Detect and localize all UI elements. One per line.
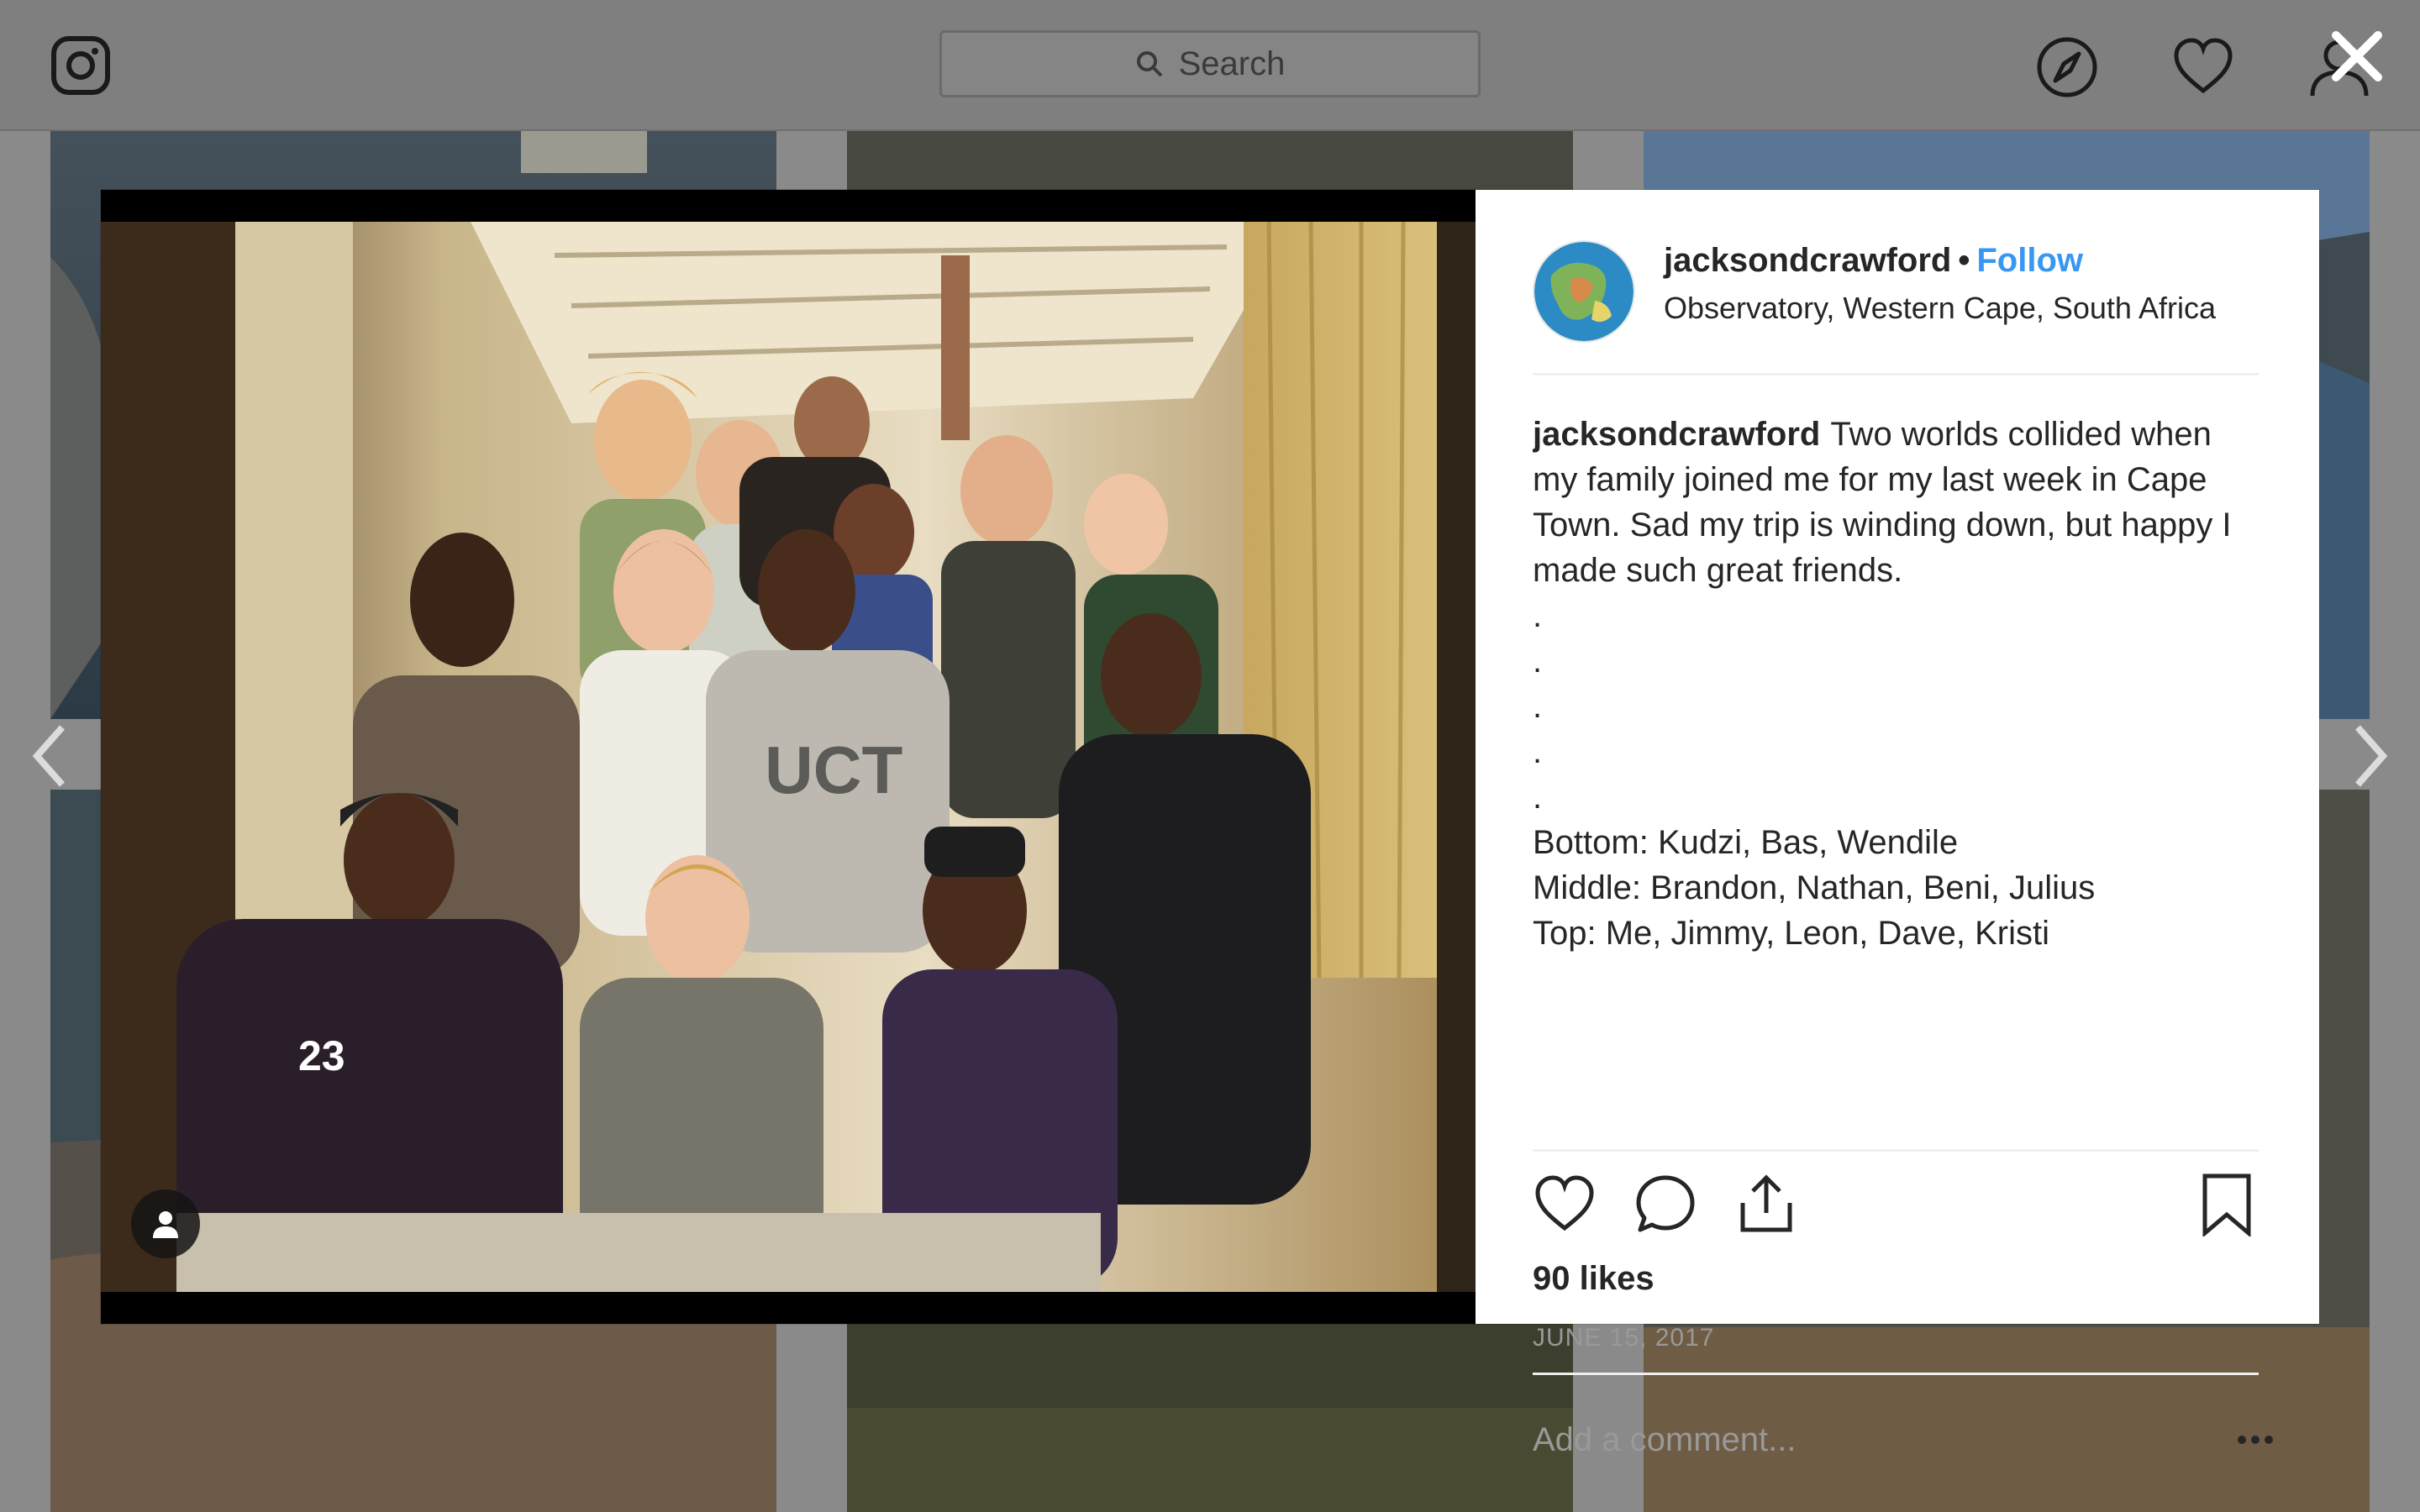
separator-dot: •: [1958, 242, 1970, 279]
tagged-users-button[interactable]: [131, 1189, 200, 1258]
caption-line: .: [1533, 733, 1543, 770]
share-icon[interactable]: [1734, 1173, 1798, 1236]
caption-line: jacksondcrawford Two worlds collided when: [1533, 416, 2212, 453]
person-icon: [153, 1211, 178, 1238]
post-details-panel: jacksondcrawford • Follow Observatory, Wes…: [1476, 190, 2319, 1458]
caption-line: .: [1533, 643, 1543, 680]
svg-text:UCT: UCT: [765, 732, 903, 807]
background-post-tile: [847, 131, 1573, 198]
caption-username-link[interactable]: jacksondcrawford: [1533, 416, 1820, 453]
post-photo: UCT 23: [101, 222, 1476, 1292]
instagram-icon[interactable]: [50, 35, 111, 96]
caption-line: Top: Me, Jimmy, Leon, Dave, Kristi: [1533, 915, 2049, 952]
previous-post-arrow-icon[interactable]: [29, 722, 71, 790]
caption-line: my family joined me for my last week in …: [1533, 461, 2207, 498]
post-actions: [1533, 1173, 2259, 1240]
caption-line: .: [1533, 688, 1543, 725]
post-modal: UCT 23 jacksondcrawford • Follow Observa…: [101, 190, 2319, 1458]
next-post-arrow-icon[interactable]: [2349, 722, 2391, 790]
more-options-icon[interactable]: [2235, 1433, 2275, 1446]
add-comment-input[interactable]: Add a comment...: [1533, 1421, 1796, 1459]
explore-icon[interactable]: [2035, 35, 2099, 99]
username-link[interactable]: jacksondcrawford: [1664, 242, 1951, 279]
avatar[interactable]: [1533, 240, 1635, 343]
follow-button[interactable]: Follow: [1976, 242, 2083, 279]
divider: [1533, 1149, 2259, 1152]
post-media[interactable]: UCT 23: [101, 190, 1476, 1324]
background-post-tile: [847, 1324, 1573, 1512]
search-icon: [1136, 51, 1163, 77]
caption-line: .: [1533, 779, 1543, 816]
close-icon[interactable]: [2329, 29, 2385, 84]
location-link[interactable]: Observatory, Western Cape, South Africa: [1664, 291, 2216, 326]
divider: [1533, 1373, 2259, 1375]
post-header: jacksondcrawford • Follow Observatory, Wes…: [1533, 234, 2259, 375]
like-heart-icon[interactable]: [1533, 1173, 1597, 1236]
post-author: jacksondcrawford • Follow: [1664, 242, 2083, 280]
search-input[interactable]: Search: [939, 30, 1481, 97]
save-bookmark-icon[interactable]: [2195, 1173, 2259, 1236]
post-date: JUNE 15, 2017: [1533, 1324, 1715, 1352]
heart-icon[interactable]: [2171, 35, 2235, 99]
caption-line: Middle: Brandon, Nathan, Beni, Julius: [1533, 869, 2096, 906]
caption-line: Town. Sad my trip is winding down, but h…: [1533, 507, 2232, 543]
top-navigation-bar: Search: [0, 0, 2420, 131]
svg-text:23: 23: [298, 1032, 345, 1079]
caption-line: .: [1533, 597, 1543, 634]
likes-count[interactable]: 90 likes: [1533, 1260, 1655, 1298]
comment-icon[interactable]: [1634, 1173, 1697, 1236]
post-caption: jacksondcrawford Two worlds collided when…: [1533, 412, 2264, 1151]
caption-line: Bottom: Kudzi, Bas, Wendile: [1533, 824, 1959, 861]
caption-line: made such great friends.: [1533, 552, 1903, 589]
search-placeholder: Search: [1178, 45, 1286, 82]
